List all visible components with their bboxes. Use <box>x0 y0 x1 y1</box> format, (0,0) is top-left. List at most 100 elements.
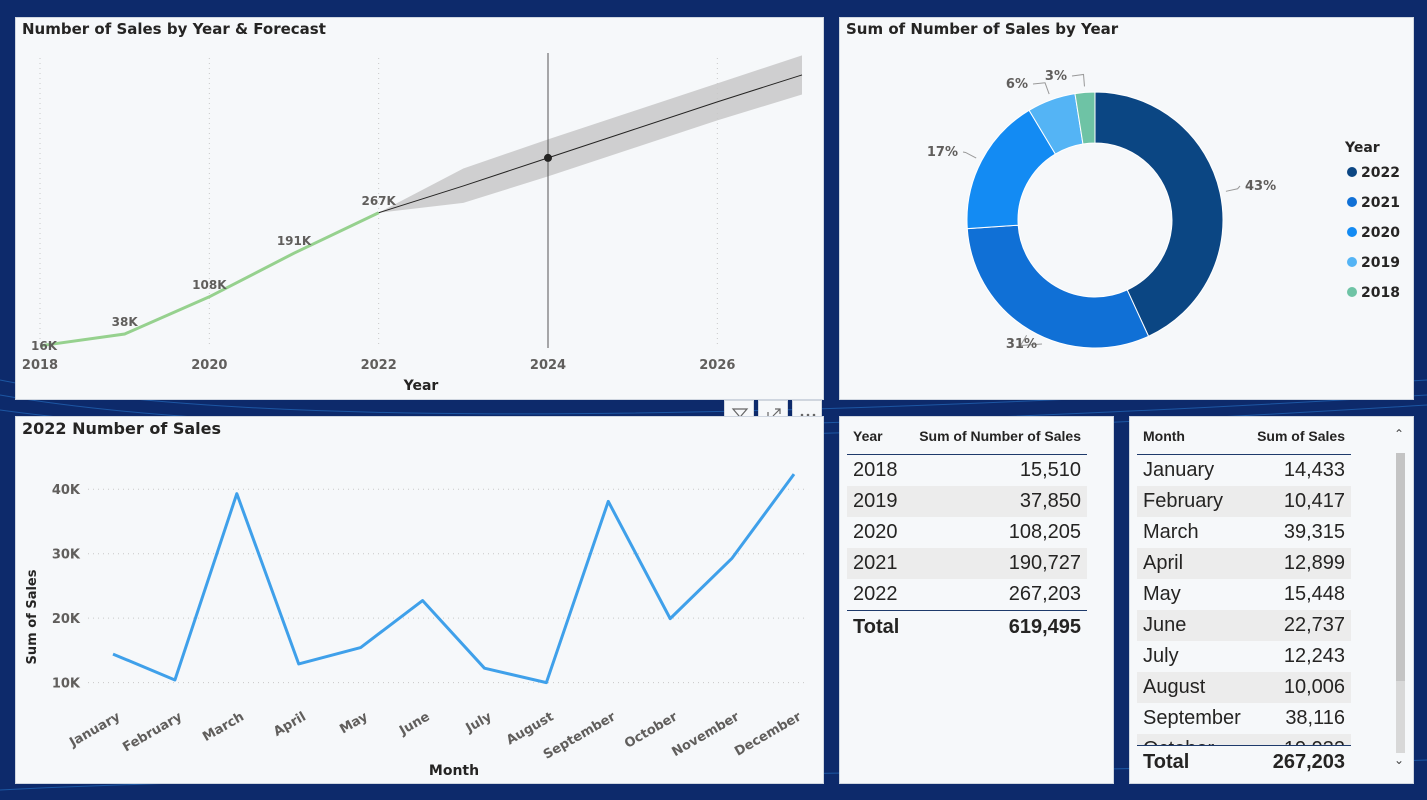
month-table-row[interactable]: April 12,899 <box>1137 548 1351 579</box>
column-header-year[interactable]: Year <box>847 428 907 444</box>
total-value: 619,495 <box>1008 616 1081 638</box>
month-table-scrollbar[interactable]: ⌃ ⌄ <box>1393 427 1407 777</box>
year-table: Year Sum of Number of Sales 2018 15,510 20… <box>847 417 1087 644</box>
month-table-row[interactable]: January 14,433 <box>1137 455 1351 486</box>
x-tick-label: January <box>66 709 123 751</box>
month-table: Month Sum of Sales January 14,433 February… <box>1137 417 1351 779</box>
year-cell-label: 2018 <box>853 459 898 481</box>
x-tick-label: February <box>120 709 185 755</box>
x-tick-label: 2018 <box>22 358 58 373</box>
month-cell-label: February <box>1143 490 1224 512</box>
month-table-row[interactable]: May 15,448 <box>1137 579 1351 610</box>
legend-marker <box>1347 227 1357 237</box>
slice-leader-line <box>1032 82 1050 95</box>
month-cell-label: August <box>1143 676 1206 698</box>
x-tick-label: 2026 <box>699 358 735 373</box>
month-cell-label: September <box>1143 707 1241 729</box>
month-cell-value: 22,737 <box>1283 614 1345 636</box>
forecast-confidence-band <box>378 55 802 213</box>
year-table-panel[interactable]: Year Sum of Number of Sales 2018 15,510 20… <box>839 416 1114 784</box>
slice-leader-line <box>1071 73 1085 87</box>
month-table-row[interactable]: August 10,006 <box>1137 672 1351 703</box>
year-table-row[interactable]: 2018 15,510 <box>847 455 1087 486</box>
year-table-row[interactable]: 2020 108,205 <box>847 517 1087 548</box>
year-cell-value: 37,850 <box>1019 490 1081 512</box>
data-label: 108K <box>192 278 227 292</box>
month-table-row[interactable]: February 10,417 <box>1137 486 1351 517</box>
donut-chart: 43% 31% 17% 6% 3% Year 2022 2021 2020 2019 2018 <box>927 69 1400 352</box>
monthly-sales-line <box>112 473 796 685</box>
legend-title: Year <box>1344 140 1380 156</box>
x-tick-label: May <box>337 709 371 737</box>
chevron-down-icon[interactable]: ⌄ <box>1394 753 1404 767</box>
x-axis-title: Month <box>429 763 479 779</box>
month-table-body[interactable]: January 14,433 February 10,417 March 39,315 Ap… <box>1137 455 1351 745</box>
column-header-month[interactable]: Month <box>1137 428 1237 444</box>
column-header-sum-sales[interactable]: Sum of Number of Sales <box>907 428 1087 444</box>
month-table-header: Month Sum of Sales <box>1137 417 1351 455</box>
x-tick-label: 2024 <box>530 358 566 373</box>
slice-percent-label: 6% <box>1006 77 1028 92</box>
month-table-panel[interactable]: Month Sum of Sales January 14,433 February… <box>1129 416 1414 784</box>
year-table-row[interactable]: 2019 37,850 <box>847 486 1087 517</box>
column-header-sum-of-sales[interactable]: Sum of Sales <box>1237 428 1351 444</box>
year-table-header: Year Sum of Number of Sales <box>847 417 1087 455</box>
monthly-chart-panel[interactable]: 2022 Number of Sales 10K 20K 30K 40K Sum of … <box>15 416 824 784</box>
year-table-total-row: Total 619,495 <box>847 610 1087 644</box>
legend-marker <box>1347 257 1357 267</box>
month-cell-label: April <box>1143 552 1184 574</box>
x-tick-label: 2020 <box>191 358 227 373</box>
year-cell-value: 108,205 <box>1008 521 1081 543</box>
donut-chart-panel[interactable]: Sum of Number of Sales by Year 43% 31% 17%… <box>839 17 1414 400</box>
data-label: 16K <box>31 339 58 353</box>
data-label: 191K <box>277 234 312 248</box>
month-table-row[interactable]: June 22,737 <box>1137 610 1351 641</box>
legend-label: 2020 <box>1361 225 1400 241</box>
year-table-row[interactable]: 2021 190,727 <box>847 548 1087 579</box>
data-label: 267K <box>361 194 396 208</box>
month-total-value: 267,203 <box>1272 751 1345 773</box>
year-cell-value: 267,203 <box>1008 583 1081 605</box>
slice-percent-label: 43% <box>1245 179 1276 194</box>
legend-marker <box>1347 167 1357 177</box>
month-cell-value: 14,433 <box>1283 459 1345 481</box>
month-table-total-row: Total 267,203 <box>1137 745 1351 779</box>
month-table-row[interactable]: March 39,315 <box>1137 517 1351 548</box>
forecast-chart: 2018 2020 2022 2024 2026 Year 16K 38K 108K 191K 26… <box>22 53 803 394</box>
legend-label: 2021 <box>1361 195 1400 211</box>
x-tick-label: July <box>463 709 495 736</box>
month-cell-value: 12,899 <box>1283 552 1345 574</box>
y-axis-title: Sum of Sales <box>25 569 40 664</box>
monthly-chart: 10K 20K 30K 40K Sum of Sales JanuaryFebruary M… <box>25 473 806 779</box>
month-table-row[interactable]: July 12,243 <box>1137 641 1351 672</box>
month-cell-value: 12,243 <box>1283 645 1345 667</box>
total-label: Total <box>853 616 900 638</box>
year-cell-value: 190,727 <box>1008 552 1081 574</box>
x-axis-title: Year <box>403 378 439 394</box>
y-tick-label: 40K <box>52 483 81 498</box>
forecast-chart-panel[interactable]: Number of Sales by Year & Forecast 2018 2… <box>15 17 824 400</box>
month-cell-label: January <box>1143 459 1215 481</box>
x-tick-label: April <box>271 709 309 739</box>
chevron-up-icon[interactable]: ⌃ <box>1394 427 1404 441</box>
slice-leader-line <box>962 151 977 159</box>
month-table-row[interactable]: September 38,116 <box>1137 703 1351 734</box>
slice-percent-label: 31% <box>1006 337 1037 352</box>
legend-label: 2022 <box>1361 165 1400 181</box>
legend-marker <box>1347 197 1357 207</box>
month-cell-label: July <box>1143 645 1179 667</box>
x-tick-label: June <box>396 709 432 739</box>
month-cell-value: 15,448 <box>1283 583 1345 605</box>
month-cell-value: 39,315 <box>1283 521 1345 543</box>
donut-slice <box>966 224 1150 349</box>
year-table-row[interactable]: 2022 267,203 <box>847 579 1087 610</box>
year-cell-label: 2019 <box>853 490 898 512</box>
month-cell-label: March <box>1143 521 1199 543</box>
y-tick-label: 20K <box>52 612 81 627</box>
scroll-thumb[interactable] <box>1396 453 1405 681</box>
slice-leader-line <box>1225 185 1241 192</box>
month-cell-value: 10,006 <box>1283 676 1345 698</box>
legend-label: 2018 <box>1361 285 1400 301</box>
y-tick-label: 10K <box>52 677 81 692</box>
month-table-row[interactable]: October19,932 <box>1137 734 1351 745</box>
